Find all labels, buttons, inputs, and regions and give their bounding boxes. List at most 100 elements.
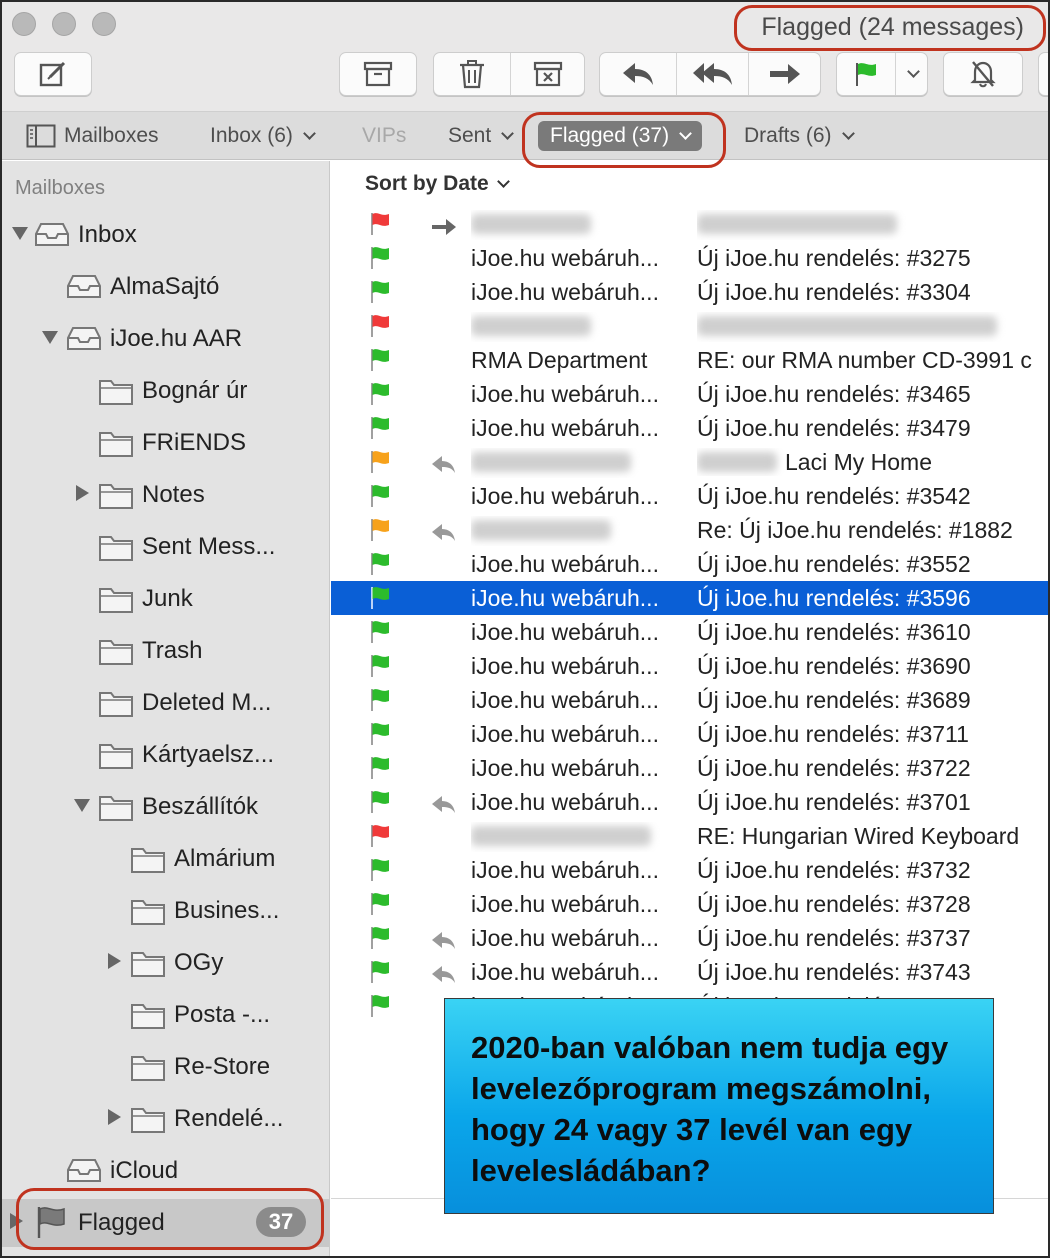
fav-vips[interactable]: VIPs [362, 121, 406, 151]
sidebar-item-rendelé[interactable]: Rendelé... [2, 1095, 329, 1143]
message-sender: iJoe.hu webáruh... [471, 721, 659, 747]
disclosure-closed-icon[interactable] [10, 1213, 23, 1229]
sidebar-item-beszállítók[interactable]: Beszállítók [2, 783, 329, 831]
folder-icon [130, 1000, 166, 1037]
message-subject: Új iJoe.hu rendelés: #3728 [697, 891, 971, 917]
mailbox-icon [66, 272, 102, 307]
message-row[interactable]: RMA Department RE: our RMA number CD-3991… [331, 343, 1048, 377]
message-row[interactable]: Laci My Home [331, 445, 1048, 479]
message-row[interactable]: RE: Hungarian Wired Keyboard [331, 819, 1048, 853]
message-row[interactable]: iJoe.hu webáruh... Új iJoe.hu rendelés: #… [331, 785, 1048, 819]
disclosure-open-icon[interactable] [74, 799, 90, 812]
sidebar-item-friends[interactable]: FRiENDS [2, 419, 329, 467]
mute-button[interactable] [943, 52, 1023, 96]
sidebar-item-almárium[interactable]: Almárium [2, 835, 329, 883]
message-sender: iJoe.hu webáruh... [471, 381, 659, 407]
junk-button[interactable] [510, 53, 584, 95]
disclosure-closed-icon[interactable] [108, 1109, 121, 1125]
compose-button[interactable] [14, 52, 92, 96]
fav-mailboxes-label: Mailboxes [64, 124, 159, 147]
message-row[interactable]: iJoe.hu webáruh... Új iJoe.hu rendelés: #… [331, 411, 1048, 445]
sidebar-item-busines[interactable]: Busines... [2, 887, 329, 935]
fav-mailboxes[interactable]: Mailboxes [26, 121, 159, 151]
message-sender: iJoe.hu webáruh... [471, 925, 659, 951]
archive-button[interactable] [339, 52, 417, 96]
message-row[interactable]: iJoe.hu webáruh... Új iJoe.hu rendelés: #… [331, 955, 1048, 989]
sidebar-item-flagged[interactable]: Flagged 37 [2, 1199, 329, 1247]
sidebar-item-almasajtó[interactable]: AlmaSajtó [2, 263, 329, 311]
sidebar-item-re-store[interactable]: Re-Store [2, 1043, 329, 1091]
sidebar-item-deleted-m[interactable]: Deleted M... [2, 679, 329, 727]
message-row[interactable]: Re: Új iJoe.hu rendelés: #1882 [331, 513, 1048, 547]
flag-icon [369, 654, 391, 684]
disclosure-closed-icon[interactable] [108, 953, 121, 969]
message-subject: Új iJoe.hu rendelés: #3690 [697, 653, 971, 679]
sidebar-item-label: Inbox [78, 221, 137, 248]
sidebar-item-bognár-úr[interactable]: Bognár úr [2, 367, 329, 415]
flag-icon [369, 552, 391, 582]
trash-button[interactable] [434, 53, 510, 95]
close-window-button[interactable] [12, 12, 36, 36]
message-row[interactable]: iJoe.hu webáruh... Új iJoe.hu rendelés: #… [331, 649, 1048, 683]
chevron-down-icon [501, 126, 515, 140]
sidebar-item-posta[interactable]: Posta -... [2, 991, 329, 1039]
sidebar-item-trash[interactable]: Trash [2, 627, 329, 675]
flag-button[interactable] [837, 53, 895, 95]
delete-junk-group [433, 52, 585, 96]
sidebar-item-label: Beszállítók [142, 793, 259, 820]
sort-label: Sort by Date [365, 172, 489, 195]
message-row[interactable]: iJoe.hu webáruh... Új iJoe.hu rendelés: #… [331, 683, 1048, 717]
reply-button[interactable] [600, 53, 676, 95]
flag-icon [369, 926, 391, 956]
message-row[interactable]: iJoe.hu webáruh... Új iJoe.hu rendelés: #… [331, 887, 1048, 921]
message-row[interactable]: iJoe.hu webáruh... Új iJoe.hu rendelés: #… [331, 751, 1048, 785]
sidebar-item-notes[interactable]: Notes [2, 471, 329, 519]
sidebar-item-kártyaelsz[interactable]: Kártyaelsz... [2, 731, 329, 779]
message-row[interactable]: iJoe.hu webáruh... Új iJoe.hu rendelés: #… [331, 853, 1048, 887]
mailbox-sidebar: Mailboxes Inbox AlmaSajtó iJoe.hu AAR Bogná… [2, 161, 330, 1256]
forward-button[interactable] [748, 53, 820, 95]
message-subject: Új iJoe.hu rendelés: #3542 [697, 483, 971, 509]
fav-sent[interactable]: Sent [448, 121, 515, 151]
disclosure-open-icon[interactable] [42, 331, 58, 344]
sidebar-item-sent-mess[interactable]: Sent Mess... [2, 523, 329, 571]
message-row[interactable]: iJoe.hu webáruh... Új iJoe.hu rendelés: #… [331, 547, 1048, 581]
message-row[interactable] [331, 207, 1048, 241]
sidebar-item-label: Trash [142, 637, 203, 664]
fav-flagged[interactable]: Flagged (37) [538, 121, 703, 151]
folder-icon [98, 532, 134, 569]
sidebar-item-inbox[interactable]: Inbox [2, 211, 329, 259]
message-row[interactable]: iJoe.hu webáruh... Új iJoe.hu rendelés: #… [331, 615, 1048, 649]
message-row[interactable]: iJoe.hu webáruh... Új iJoe.hu rendelés: #… [331, 479, 1048, 513]
message-row[interactable]: iJoe.hu webáruh... Új iJoe.hu rendelés: #… [331, 921, 1048, 955]
sidebar-item-label: iCloud [110, 1157, 179, 1184]
sort-by-date-button[interactable]: Sort by Date [365, 172, 510, 196]
flag-icon [369, 756, 391, 786]
flag-menu-button[interactable] [895, 53, 927, 95]
disclosure-closed-icon[interactable] [76, 485, 89, 501]
fav-inbox[interactable]: Inbox (6) [210, 121, 316, 151]
message-row[interactable] [331, 309, 1048, 343]
message-row[interactable]: iJoe.hu webáruh... Új iJoe.hu rendelés: #… [331, 275, 1048, 309]
sidebar-item-junk[interactable]: Junk [2, 575, 329, 623]
reply-all-button[interactable] [676, 53, 748, 95]
message-row[interactable]: iJoe.hu webáruh... Új iJoe.hu rendelés: #… [331, 241, 1048, 275]
message-subject [697, 210, 1048, 240]
fav-drafts[interactable]: Drafts (6) [744, 121, 855, 151]
message-sender [471, 210, 683, 240]
junk-icon [533, 61, 562, 87]
message-subject: Új iJoe.hu rendelés: #3737 [697, 925, 971, 951]
disclosure-open-icon[interactable] [12, 227, 28, 240]
minimize-window-button[interactable] [52, 12, 76, 36]
chevron-down-icon [841, 126, 855, 140]
message-row[interactable]: iJoe.hu webáruh... Új iJoe.hu rendelés: #… [331, 377, 1048, 411]
sidebar-item-icloud[interactable]: iCloud [2, 1147, 329, 1195]
message-row[interactable]: iJoe.hu webáruh... Új iJoe.hu rendelés: #… [331, 581, 1048, 615]
zoom-window-button[interactable] [92, 12, 116, 36]
sidebar-item-ijoe-hu-aar[interactable]: iJoe.hu AAR [2, 315, 329, 363]
toolbar-overflow-button[interactable] [1038, 52, 1048, 96]
sidebar-item-label: Notes [142, 481, 205, 508]
sidebar-item-ogy[interactable]: OGy [2, 939, 329, 987]
folder-icon [98, 688, 134, 725]
message-row[interactable]: iJoe.hu webáruh... Új iJoe.hu rendelés: #… [331, 717, 1048, 751]
